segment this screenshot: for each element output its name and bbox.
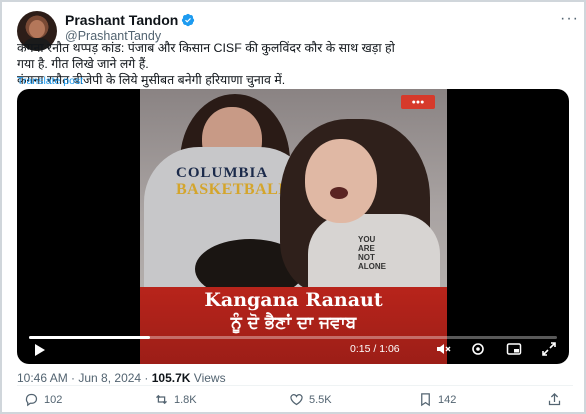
- reply-button[interactable]: 102: [24, 392, 62, 407]
- banner-subtitle: ਨੂੰ ਦੋ ਭੈਣਾਂ ਦਾ ਜਵਾਬ: [230, 313, 357, 333]
- shirt-text: YOU ARE NOT ALONE: [358, 235, 386, 271]
- like-button[interactable]: 5.5K: [289, 392, 332, 407]
- like-count: 5.5K: [309, 393, 332, 406]
- divider: [17, 385, 573, 386]
- video-time: 0:15 / 1:06: [350, 343, 400, 355]
- tweet-card: Prashant Tandon @PrashantTandy ··· कंगना…: [0, 0, 586, 414]
- settings-gear-icon[interactable]: [470, 341, 486, 357]
- video-frame[interactable]: COLUMBIA BASKETBALL YOU ARE NOT ALONE ●●…: [140, 89, 447, 364]
- bookmark-button[interactable]: 142: [418, 392, 456, 407]
- play-icon[interactable]: [35, 344, 45, 356]
- sweater-text: COLUMBIA: [176, 165, 269, 181]
- tweet-line: गया है. गीत लिखे जाने लगे हैं.: [17, 57, 149, 71]
- progress-bar[interactable]: [29, 336, 557, 339]
- channel-logo-icon: ●●●: [401, 95, 435, 109]
- reply-count: 102: [44, 393, 63, 406]
- tweet-line: कंगना रनौत बीजेपी के लिये मुसीबत बनेगी ह…: [17, 73, 286, 87]
- video-player[interactable]: COLUMBIA BASKETBALL YOU ARE NOT ALONE ●●…: [17, 89, 569, 364]
- verified-badge-icon: [182, 13, 195, 27]
- share-icon: [548, 392, 561, 406]
- translate-post-link[interactable]: Translate post: [17, 75, 83, 87]
- share-button[interactable]: [547, 392, 562, 407]
- repost-icon: [156, 394, 167, 405]
- person-right-face: [305, 139, 377, 223]
- volume-mute-icon[interactable]: [435, 341, 451, 357]
- bookmark-icon: [421, 393, 430, 407]
- fullscreen-icon[interactable]: [541, 341, 557, 357]
- bookmark-count: 142: [438, 393, 457, 406]
- author-name[interactable]: Prashant Tandon: [65, 12, 178, 28]
- banner-title: Kangana Ranaut: [204, 289, 383, 311]
- repost-count: 1.8K: [174, 393, 197, 406]
- tweet-text: कंगना रनौत थप्पड़ कांड: पंजाब और किसान C…: [17, 40, 577, 88]
- heart-icon: [290, 394, 303, 406]
- avatar-face: [29, 20, 45, 38]
- tweet-line: कंगना रनौत थप्पड़ कांड: पंजाब और किसान C…: [17, 41, 395, 55]
- views-label: Views: [190, 371, 226, 385]
- repost-button[interactable]: 1.8K: [154, 392, 197, 407]
- author-name-row[interactable]: Prashant Tandon: [65, 12, 195, 28]
- tweet-meta: 10:46 AM · Jun 8, 2024 · 105.7K Views: [17, 371, 226, 385]
- action-bar: 102 1.8K 5.5K 142: [2, 392, 586, 410]
- video-controls: 0:15 / 1:06: [17, 334, 569, 364]
- person-right-mouth: [330, 187, 348, 199]
- more-options-icon[interactable]: ···: [560, 10, 579, 28]
- timestamp[interactable]: 10:46 AM · Jun 8, 2024 ·: [17, 371, 152, 385]
- views-count: 105.7K: [151, 371, 191, 385]
- picture-in-picture-icon[interactable]: [506, 341, 522, 357]
- reply-icon: [25, 393, 38, 407]
- progress-fill: [29, 336, 151, 339]
- sweater-text: BASKETBALL: [176, 181, 290, 198]
